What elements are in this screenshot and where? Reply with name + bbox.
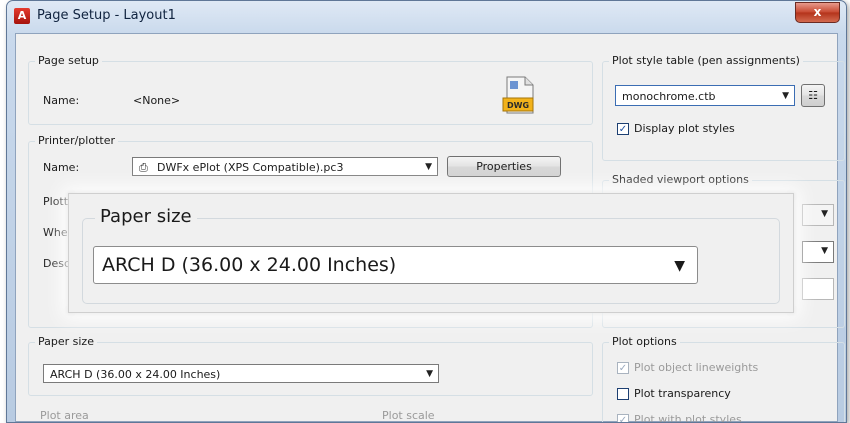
properties-button[interactable]: Properties bbox=[447, 156, 561, 177]
edit-table-icon: ☷ bbox=[808, 89, 818, 102]
where-label: Whe bbox=[43, 226, 68, 239]
paper-size-zoom-callout: Paper size ARCH D (36.00 x 24.00 Inches)… bbox=[68, 193, 794, 313]
close-button[interactable]: x bbox=[795, 2, 840, 23]
page-setup-name-value: <None> bbox=[133, 94, 181, 107]
printer-selected-value: DWFx ePlot (XPS Compatible).pc3 bbox=[157, 161, 344, 174]
plot-with-plot-styles-label: Plot with plot styles bbox=[634, 413, 742, 423]
paper-size-selected-value: ARCH D (36.00 x 24.00 Inches) bbox=[50, 368, 221, 381]
plotter-label: Plott bbox=[43, 195, 69, 208]
dpi-input[interactable] bbox=[802, 278, 834, 300]
chevron-down-icon: ▼ bbox=[782, 91, 789, 101]
plot-style-selected-value: monochrome.ctb bbox=[622, 90, 716, 103]
printer-plotter-group-label: Printer/plotter bbox=[35, 134, 118, 147]
dwg-file-icon: DWG bbox=[502, 76, 534, 114]
page-setup-group-label: Page setup bbox=[35, 54, 102, 67]
description-label: Desc bbox=[43, 257, 71, 270]
plot-area-label: Plot area bbox=[40, 409, 89, 422]
paper-size-group: Paper size ARCH D (36.00 x 24.00 Inches)… bbox=[28, 335, 593, 396]
plot-style-table-group: Plot style table (pen assignments) monoc… bbox=[602, 54, 845, 161]
printer-name-select[interactable]: ⎙ DWFx ePlot (XPS Compatible).pc3 ▼ bbox=[132, 157, 438, 176]
chevron-down-icon: ▼ bbox=[674, 258, 685, 274]
plot-options-group-label: Plot options bbox=[609, 335, 680, 348]
page-setup-name-label: Name: bbox=[43, 94, 80, 107]
chevron-down-icon: ▼ bbox=[821, 209, 828, 219]
paper-size-select[interactable]: ARCH D (36.00 x 24.00 Inches) ▼ bbox=[43, 364, 439, 383]
display-plot-styles-checkbox[interactable]: ✓ bbox=[617, 123, 629, 135]
plot-object-lineweights-label: Plot object lineweights bbox=[634, 361, 759, 374]
chevron-down-icon: ▼ bbox=[425, 162, 432, 172]
plot-transparency-checkbox[interactable] bbox=[617, 388, 629, 400]
shaded-viewport-group-label: Shaded viewport options bbox=[609, 173, 752, 186]
plotter-icon: ⎙ bbox=[139, 161, 148, 174]
autocad-a-icon: A bbox=[14, 8, 30, 24]
display-plot-styles-label: Display plot styles bbox=[634, 122, 735, 135]
plot-with-plot-styles-checkbox[interactable]: ✓ bbox=[617, 414, 629, 422]
plot-object-lineweights-checkbox[interactable]: ✓ bbox=[617, 362, 629, 374]
chevron-down-icon: ▼ bbox=[821, 246, 828, 256]
plot-style-table-select[interactable]: monochrome.ctb ▼ bbox=[615, 85, 795, 106]
page-setup-group: Page setup Name: <None> DWG bbox=[28, 54, 593, 125]
plot-transparency-label: Plot transparency bbox=[634, 387, 731, 400]
plot-options-group: Plot options ✓ Plot object lineweights P… bbox=[602, 335, 845, 423]
plot-scale-label: Plot scale bbox=[382, 409, 435, 422]
dwg-badge-text: DWG bbox=[507, 101, 529, 110]
printer-name-label: Name: bbox=[43, 161, 80, 174]
callout-paper-size-select[interactable]: ARCH D (36.00 x 24.00 Inches) ▼ bbox=[93, 246, 698, 284]
plot-style-table-group-label: Plot style table (pen assignments) bbox=[609, 54, 803, 67]
edit-plot-style-button[interactable]: ☷ bbox=[801, 84, 825, 107]
window-title: Page Setup - Layout1 bbox=[37, 8, 176, 23]
callout-paper-size-label: Paper size bbox=[95, 206, 197, 227]
paper-size-group-label: Paper size bbox=[35, 335, 97, 348]
quality-select[interactable]: ▼ bbox=[802, 241, 834, 263]
title-bar[interactable]: A Page Setup - Layout1 x bbox=[7, 1, 846, 33]
shade-plot-select[interactable]: ▼ bbox=[802, 204, 834, 226]
callout-paper-size-value: ARCH D (36.00 x 24.00 Inches) bbox=[102, 254, 397, 276]
chevron-down-icon: ▼ bbox=[426, 369, 433, 379]
